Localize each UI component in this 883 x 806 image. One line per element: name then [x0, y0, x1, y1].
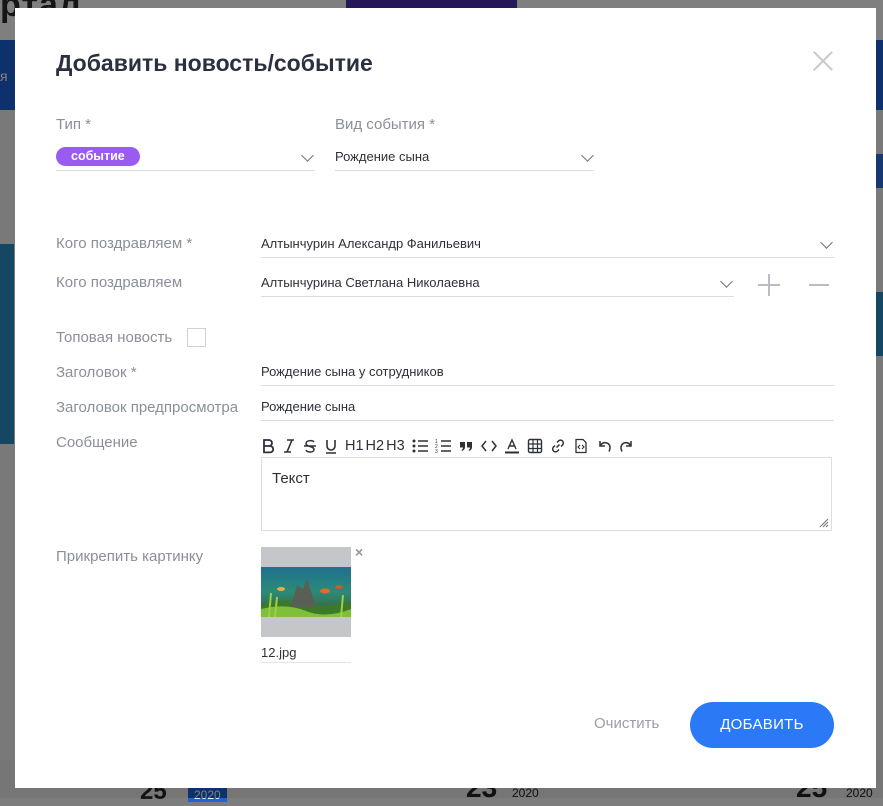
preview-heading-input[interactable]: Рождение сына	[261, 395, 834, 421]
heading2-button[interactable]: H2	[366, 436, 385, 456]
link-icon[interactable]	[550, 436, 566, 456]
text-color-icon[interactable]	[504, 436, 520, 456]
heading1-button[interactable]: H1	[345, 436, 364, 456]
message-editor[interactable]: Текст	[261, 457, 832, 531]
table-icon[interactable]	[527, 436, 543, 456]
attach-label: Прикрепить картинку	[56, 548, 204, 565]
congrats-extra-select[interactable]: Алтынчурина Светлана Николаевна	[261, 271, 734, 297]
code-icon[interactable]	[480, 436, 497, 456]
event-kind-value: Рождение сына	[335, 149, 430, 164]
editor-toolbar: H1 H2 H3 123	[261, 436, 642, 456]
top-news-checkbox[interactable]	[187, 328, 206, 347]
remove-recipient-icon[interactable]	[809, 284, 829, 286]
heading-label: Заголовок *	[56, 364, 137, 381]
top-news-label: Топовая новость	[56, 329, 173, 346]
congrats-value: Алтынчурин Александр Фанильевич	[261, 236, 481, 251]
close-icon[interactable]	[812, 50, 834, 72]
add-button[interactable]: ДОБАВИТЬ	[690, 702, 834, 748]
type-label: Тип *	[56, 116, 92, 133]
heading-value: Рождение сына у сотрудников	[261, 364, 444, 379]
message-label: Сообщение	[56, 434, 138, 451]
type-badge: событие	[56, 147, 140, 166]
aquarium-image	[261, 567, 351, 617]
bold-icon[interactable]	[261, 436, 275, 456]
numbered-list-icon[interactable]: 123	[435, 436, 451, 456]
source-code-icon[interactable]	[573, 436, 589, 456]
congrats-select[interactable]: Алтынчурин Александр Фанильевич	[261, 232, 834, 258]
chevron-down-icon	[301, 149, 314, 162]
preview-heading-value: Рождение сына	[261, 399, 356, 414]
event-kind-label: Вид события *	[335, 116, 436, 133]
congrats-extra-label: Кого поздравляем	[56, 274, 183, 291]
attached-filename: 12.jpg	[261, 645, 351, 663]
chevron-down-icon	[720, 275, 733, 288]
attached-image-thumbnail[interactable]	[261, 547, 351, 637]
type-select[interactable]: событие	[56, 145, 315, 171]
underline-icon[interactable]	[324, 436, 338, 456]
modal-title: Добавить новость/событие	[56, 50, 373, 76]
chevron-down-icon	[820, 236, 833, 249]
chevron-down-icon	[581, 149, 594, 162]
undo-icon[interactable]	[596, 436, 612, 456]
congrats-extra-value: Алтынчурина Светлана Николаевна	[261, 275, 480, 290]
quote-icon[interactable]	[458, 436, 474, 456]
italic-icon[interactable]	[282, 436, 296, 456]
resize-grip-icon[interactable]	[817, 516, 829, 528]
clear-button[interactable]: Очистить	[594, 715, 659, 732]
heading3-button[interactable]: H3	[386, 436, 405, 456]
add-recipient-icon[interactable]	[758, 274, 780, 296]
strikethrough-icon[interactable]	[303, 436, 317, 456]
message-text: Текст	[272, 470, 310, 487]
bullet-list-icon[interactable]	[412, 436, 428, 456]
heading-input[interactable]: Рождение сына у сотрудников	[261, 360, 834, 386]
add-news-modal: Добавить новость/событие Тип * событие В…	[15, 8, 876, 788]
redo-icon[interactable]	[619, 436, 635, 456]
svg-text:3: 3	[435, 449, 438, 454]
preview-heading-label: Заголовок предпросмотра	[56, 399, 239, 416]
congrats-label: Кого поздравляем *	[56, 235, 193, 252]
remove-image-icon[interactable]: ×	[355, 544, 363, 560]
event-kind-select[interactable]: Рождение сына	[335, 145, 594, 171]
